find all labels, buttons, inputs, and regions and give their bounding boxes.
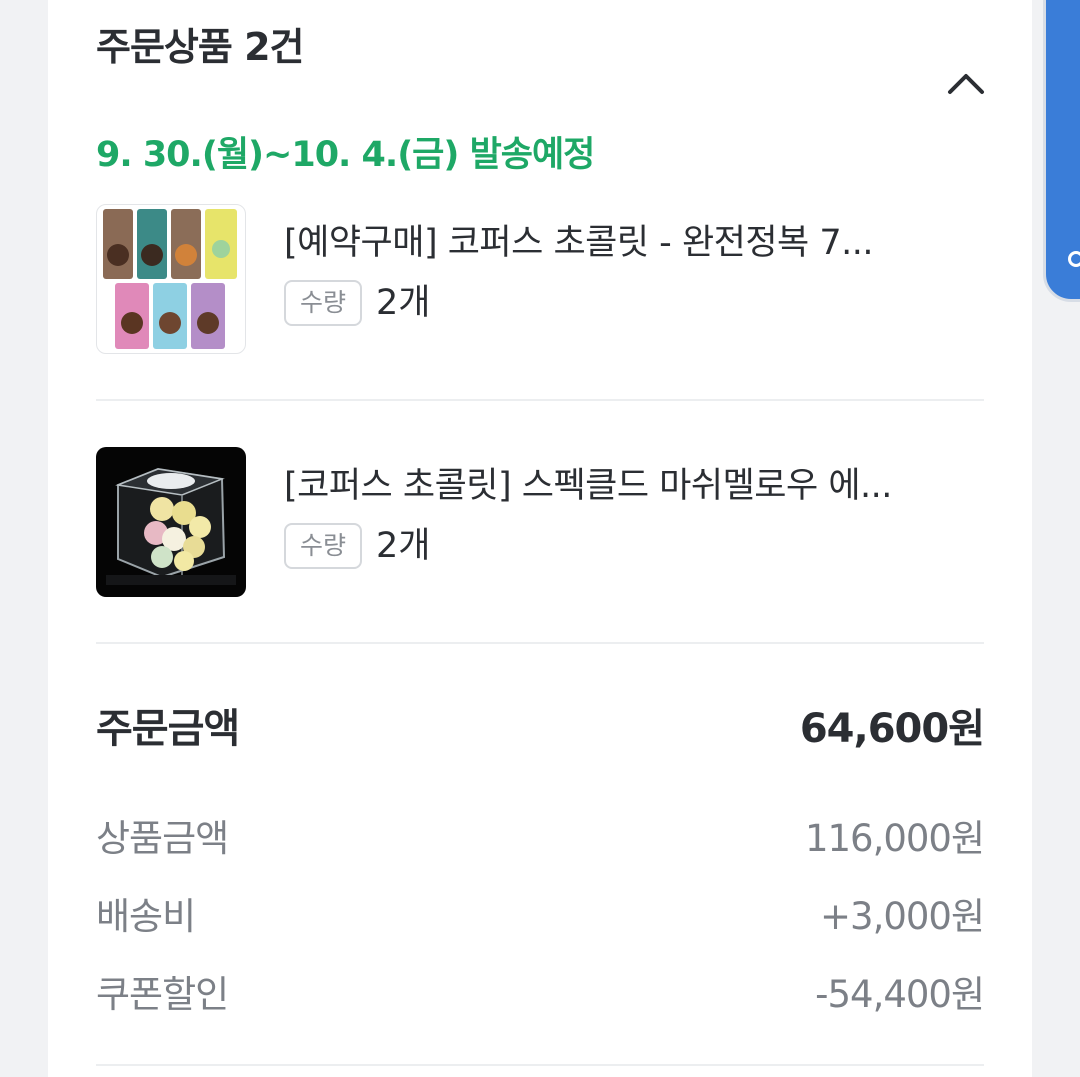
circle-icon [1068,251,1080,267]
list-item[interactable]: [코퍼스 초콜릿] 스펙클드 마쉬멜로우 에... 수량 2개 [96,447,984,597]
coupon-discount-label: 쿠폰할인 [96,973,229,1016]
chevron-up-icon[interactable] [944,66,988,102]
quantity-value: 2개 [376,283,431,323]
product-name[interactable]: [예약구매] 코퍼스 초콜릿 - 완전정복 7... [284,214,984,265]
order-total-value: 64,600원 [799,706,985,752]
product-amount-value: 116,000원 [804,817,985,860]
divider [96,642,984,644]
product-thumbnail[interactable] [96,447,246,597]
shipping-fee-label: 배송비 [96,895,196,938]
product-amount-label: 상품금액 [96,817,229,860]
shipping-schedule: 9. 30.(월)~10. 4.(금) 발송예정 [96,135,595,175]
quantity-badge: 수량 [284,280,362,326]
product-name[interactable]: [코퍼스 초콜릿] 스펙클드 마쉬멜로우 에... [284,457,984,508]
coupon-discount-value: -54,400원 [815,973,985,1016]
divider [96,1064,984,1066]
quantity-badge: 수량 [284,523,362,569]
floating-side-tab[interactable] [1043,0,1080,302]
divider [96,399,984,401]
list-item[interactable]: [예약구매] 코퍼스 초콜릿 - 완전정복 7... 수량 2개 [96,204,984,354]
order-items-title: 주문상품 2건 [96,25,304,69]
quantity-value: 2개 [376,526,431,566]
shipping-fee-value: +3,000원 [820,895,985,938]
order-total-label: 주문금액 [96,706,240,752]
product-thumbnail[interactable] [96,204,246,354]
